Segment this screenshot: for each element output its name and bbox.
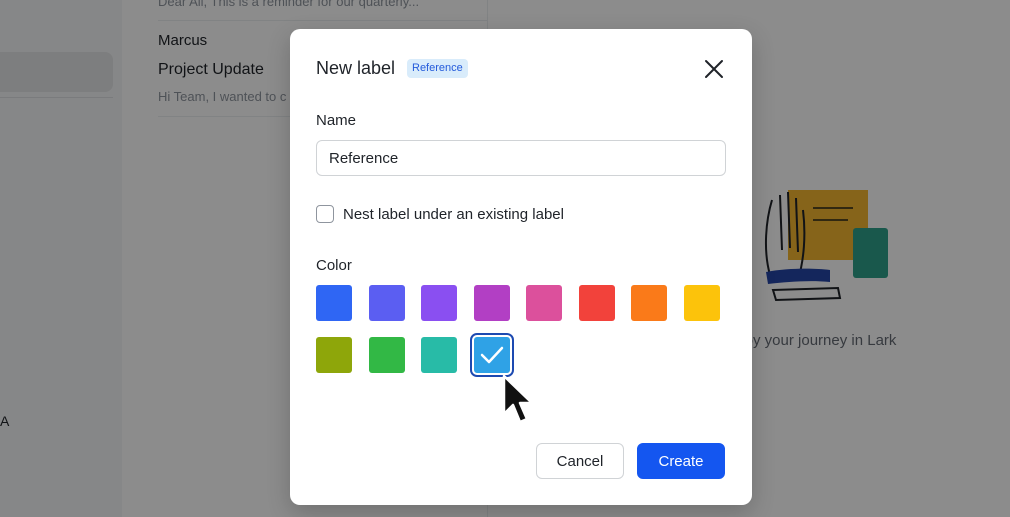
check-icon [480,346,503,364]
color-swatch-blue[interactable] [316,285,352,321]
color-swatch-purple[interactable] [473,285,510,321]
cancel-button[interactable]: Cancel [536,443,624,479]
color-swatch-pink[interactable] [526,285,562,321]
nest-checkbox[interactable] [316,205,334,223]
label-preview-badge: Reference [407,59,468,78]
color-swatch-red[interactable] [578,285,615,321]
color-swatch-indigo[interactable] [368,285,405,321]
color-swatch-orange[interactable] [631,285,667,321]
color-swatch-green[interactable] [368,337,405,373]
color-swatch-olive[interactable] [316,337,352,373]
close-button[interactable] [701,56,727,82]
dialog-title: New label [316,58,396,78]
nest-option[interactable]: Nest label under an existing label [316,205,564,223]
color-swatch-violet[interactable] [421,285,457,321]
label-name-input[interactable] [316,140,726,176]
color-swatch-yellow[interactable] [683,285,720,321]
color-label: Color [316,257,352,274]
mouse-pointer-icon [502,374,534,424]
color-swatch-teal[interactable] [421,337,457,373]
close-icon [705,60,723,78]
new-label-dialog: New label Reference Name Nest label unde… [290,29,752,505]
color-swatch-light-blue[interactable] [469,333,514,377]
nest-checkbox-label: Nest label under an existing label [343,205,564,223]
create-button[interactable]: Create [637,443,725,479]
name-label: Name [316,112,357,129]
